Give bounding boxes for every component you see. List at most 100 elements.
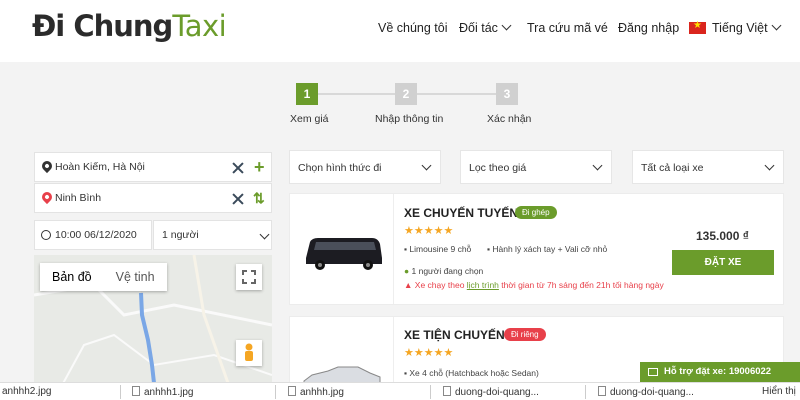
datetime-value: 10:00 06/12/2020 xyxy=(55,229,137,241)
tab-satellite[interactable]: Vệ tinh xyxy=(104,263,167,291)
download-item-label: anhhh.jpg xyxy=(300,387,344,398)
check-circle-icon: ● xyxy=(404,266,410,276)
vehicle-type-value: Tất cả loại xe xyxy=(641,162,704,174)
mail-icon xyxy=(648,368,658,376)
file-icon xyxy=(443,386,451,396)
seats-spec: ▪ Limousine 9 chỗ xyxy=(404,244,471,254)
clear-destination-icon[interactable] xyxy=(232,193,244,205)
show-all-downloads[interactable]: Hiển thị xyxy=(762,386,796,397)
download-item[interactable]: anhhh.jpg xyxy=(288,386,344,398)
origin-value: Hoàn Kiếm, Hà Nội xyxy=(55,161,145,173)
schedule-warning-prefix: Xe chạy theo xyxy=(414,280,467,290)
schedule-warning: ▲ Xe chạy theo lịch trình thời gian từ 7… xyxy=(404,280,664,290)
step-connector xyxy=(417,93,496,95)
nav-language-label: Tiếng Việt xyxy=(712,21,768,35)
vehicle-type-select[interactable]: Tất cả loại xe xyxy=(632,150,784,184)
logo[interactable]: Đi Chung Taxi xyxy=(32,9,227,43)
step-3-indicator: 3 xyxy=(496,83,518,105)
trip-type-select[interactable]: Chọn hình thức đi xyxy=(289,150,441,184)
seats-spec: ▪ Xe 4 chỗ (Hatchback hoặc Sedan) xyxy=(404,368,539,378)
download-item-label: anhhh1.jpg xyxy=(144,387,194,398)
pegman-icon xyxy=(245,343,253,361)
file-icon xyxy=(288,386,296,396)
schedule-link[interactable]: lịch trình xyxy=(467,280,499,290)
vehicle-image xyxy=(290,317,394,388)
limousine-van-icon xyxy=(306,238,382,270)
divider xyxy=(120,385,121,399)
swap-icon[interactable]: ⇅ xyxy=(253,190,265,207)
vehicle-image xyxy=(290,194,394,304)
trip-type-value: Chọn hình thức đi xyxy=(298,162,382,174)
seats-spec-text: Limousine 9 chỗ xyxy=(409,244,472,254)
download-item-label: duong-doi-quang... xyxy=(610,387,694,398)
origin-field[interactable]: Hoàn Kiếm, Hà Nội + xyxy=(34,152,272,182)
seats-spec-text: Xe 4 chỗ (Hatchback hoặc Sedan) xyxy=(409,368,539,378)
chevron-down-icon xyxy=(501,20,512,31)
chevron-down-icon xyxy=(259,229,270,240)
price-filter-value: Lọc theo giá xyxy=(469,162,527,174)
rating-stars: ★★★★★ xyxy=(404,347,454,359)
divider xyxy=(275,385,276,399)
download-item[interactable]: duong-doi-quang... xyxy=(443,386,539,398)
nav-partners[interactable]: Đối tác xyxy=(459,20,512,35)
download-item[interactable]: anhhh1.jpg xyxy=(132,386,194,398)
chevron-down-icon xyxy=(764,160,775,171)
clock-icon xyxy=(41,230,51,240)
logo-text-taxi: Taxi xyxy=(172,9,227,43)
nav-login[interactable]: Đăng nhập xyxy=(618,21,679,35)
luggage-spec-text: Hành lý xách tay + Vali cỡ nhỏ xyxy=(492,244,608,254)
step-1-indicator: 1 xyxy=(296,83,318,105)
download-item-label: anhhh2.jpg xyxy=(2,386,52,397)
divider xyxy=(430,385,431,399)
step-connector xyxy=(318,93,395,95)
price: 135.000 ₫ xyxy=(696,229,749,243)
step-2-label: Nhập thông tin xyxy=(375,113,444,125)
nav-about[interactable]: Về chúng tôi xyxy=(378,21,448,35)
downloads-bar: anhhh2.jpg anhhh1.jpg anhhh.jpg duong-do… xyxy=(0,382,800,400)
vehicle-card: XE CHUYẾN TUYẾN Đi ghép ★★★★★ ▪ Limousin… xyxy=(289,193,784,305)
datetime-field[interactable]: 10:00 06/12/2020 xyxy=(34,220,152,250)
logo-text-dichung: Đi Chung xyxy=(32,9,173,43)
price-filter-select[interactable]: Lọc theo giá xyxy=(460,150,612,184)
schedule-warning-suffix: thời gian từ 7h sáng đến 21h tối hàng ng… xyxy=(498,280,664,290)
map-type-tabs: Bản đồ Vệ tinh xyxy=(40,263,167,291)
passengers-select[interactable]: 1 người xyxy=(153,220,272,250)
nav-language[interactable]: Tiếng Việt xyxy=(712,20,782,35)
support-hotline-text: Hỗ trợ đặt xe: 19006022 xyxy=(664,366,772,377)
route-line xyxy=(139,292,156,384)
chevron-down-icon xyxy=(592,160,603,171)
download-item[interactable]: anhhh2.jpg xyxy=(2,386,52,397)
divider xyxy=(585,385,586,399)
selected-count-text: 1 người đang chọn xyxy=(411,266,484,276)
vietnam-flag-icon xyxy=(689,20,706,34)
trip-type-badge: Đi riêng xyxy=(504,328,546,341)
selected-count: ● 1 người đang chọn xyxy=(404,266,483,276)
destination-field[interactable]: Ninh Bình ⇅ xyxy=(34,183,272,213)
route-map[interactable]: Bản đồ Vệ tinh xyxy=(34,255,272,400)
file-icon xyxy=(598,386,606,396)
location-pin-icon xyxy=(39,158,55,174)
step-1-label: Xem giá xyxy=(290,113,329,125)
header: Đi Chung Taxi Về chúng tôi Đối tác Tra c… xyxy=(0,0,800,62)
destination-value: Ninh Bình xyxy=(55,192,102,204)
book-button[interactable]: ĐẶT XE xyxy=(672,250,774,275)
rating-stars: ★★★★★ xyxy=(404,225,454,237)
download-item-label: duong-doi-quang... xyxy=(455,387,539,398)
tab-map[interactable]: Bản đồ xyxy=(40,263,104,291)
step-2-indicator: 2 xyxy=(395,83,417,105)
fullscreen-button[interactable] xyxy=(236,264,262,290)
vehicle-title: XE CHUYẾN TUYẾN xyxy=(404,206,519,220)
support-hotline[interactable]: Hỗ trợ đặt xe: 19006022 xyxy=(640,362,800,382)
download-item[interactable]: duong-doi-quang... xyxy=(598,386,694,398)
luggage-spec: ▪ Hành lý xách tay + Vali cỡ nhỏ xyxy=(487,244,607,254)
clear-origin-icon[interactable] xyxy=(232,162,244,174)
passengers-value: 1 người xyxy=(162,229,199,241)
step-3-label: Xác nhận xyxy=(487,113,532,125)
nav-ticket-lookup[interactable]: Tra cứu mã vé xyxy=(527,21,608,35)
warning-icon: ▲ xyxy=(404,280,413,290)
fullscreen-icon xyxy=(242,270,256,284)
chevron-down-icon xyxy=(421,160,432,171)
destination-pin-icon xyxy=(39,189,55,205)
add-stop-icon[interactable]: + xyxy=(254,158,265,176)
street-view-button[interactable] xyxy=(236,340,262,366)
